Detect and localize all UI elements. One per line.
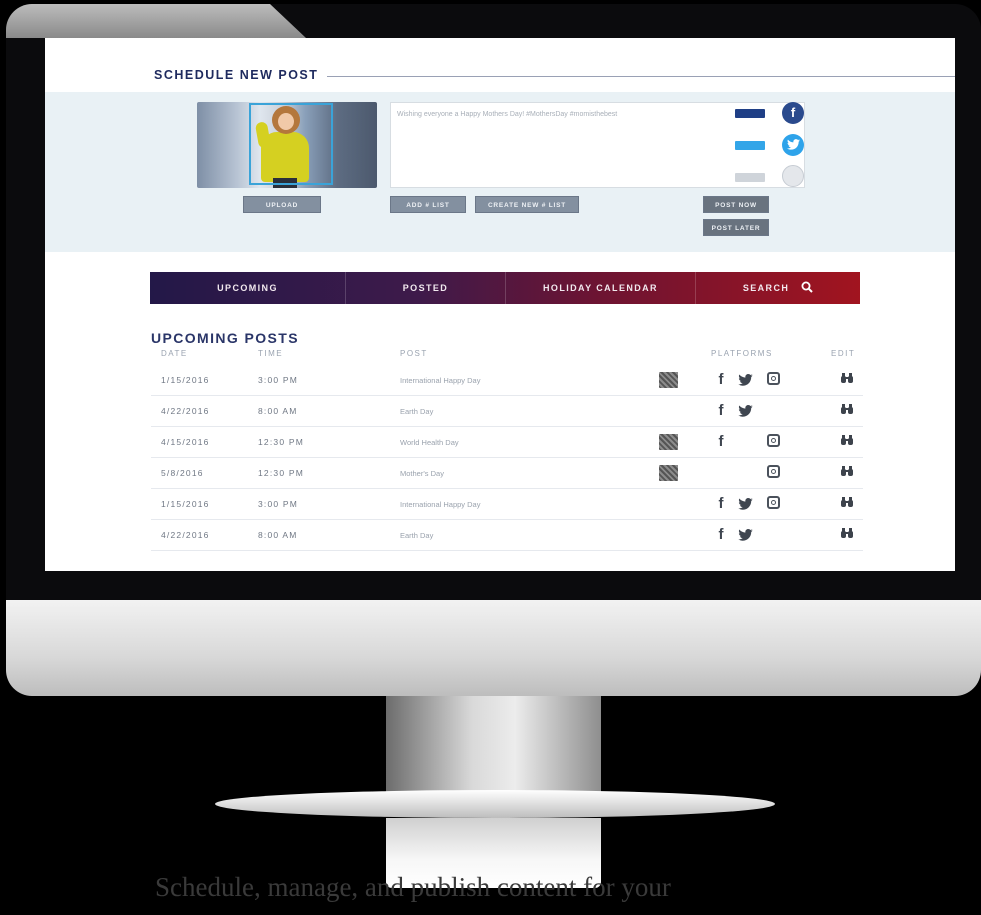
facebook-toggle[interactable] (735, 109, 765, 118)
instagram-toggle[interactable] (735, 173, 765, 182)
upcoming-posts-title: UPCOMING POSTS (151, 330, 299, 346)
tagline-text: Schedule, manage, and publish content fo… (155, 872, 671, 902)
row-post-title[interactable]: World Health Day (400, 438, 459, 447)
app-screen: SCHEDULE NEW POST Wishing everyone a Hap… (45, 38, 955, 571)
edit-binoculars-icon[interactable] (840, 434, 854, 449)
row-image-thumbnail[interactable] (659, 465, 678, 481)
instagram-icon[interactable] (782, 165, 804, 187)
create-list-button[interactable]: CREATE NEW # LIST (475, 196, 579, 213)
row-time: 8:00 AM (258, 530, 298, 540)
tab-search-label: SEARCH (742, 283, 790, 293)
header-post: POST (400, 349, 428, 358)
post-text-content: Wishing everyone a Happy Mothers Day! #M… (397, 111, 618, 118)
row-time: 12:30 PM (258, 437, 304, 447)
add-list-button[interactable]: ADD # LIST (390, 196, 466, 213)
row-time: 12:30 PM (258, 468, 304, 478)
row-date: 4/22/2016 (161, 530, 210, 540)
row-time: 3:00 PM (258, 499, 299, 509)
row-date: 4/22/2016 (161, 406, 210, 416)
monitor-chin (6, 600, 981, 696)
row-image-thumbnail[interactable] (659, 434, 678, 450)
header-edit: EDIT (831, 349, 856, 358)
twitter-icon (735, 373, 755, 390)
search-icon (801, 274, 813, 306)
facebook-icon: f (718, 371, 724, 388)
row-time: 8:00 AM (258, 406, 298, 416)
edit-binoculars-icon[interactable] (840, 496, 854, 511)
tab-holiday-calendar[interactable]: HOLIDAY CALENDAR (506, 272, 696, 304)
header-time: TIME (258, 349, 284, 358)
row-date: 1/15/2016 (161, 499, 210, 509)
row-post-title[interactable]: International Happy Day (400, 376, 480, 385)
facebook-icon: f (718, 433, 724, 450)
row-post-title[interactable]: Mother's Day (400, 469, 444, 478)
edit-binoculars-icon[interactable] (840, 465, 854, 480)
row-date: 4/15/2016 (161, 437, 210, 447)
post-now-button[interactable]: POST NOW (703, 196, 769, 213)
instagram-icon (767, 496, 780, 509)
edit-binoculars-icon[interactable] (840, 372, 854, 387)
edit-binoculars-icon[interactable] (840, 403, 854, 418)
edit-binoculars-icon[interactable] (840, 527, 854, 542)
twitter-icon (735, 497, 755, 514)
row-time: 3:00 PM (258, 375, 299, 385)
tab-search[interactable]: SEARCH (696, 272, 860, 304)
facebook-icon: f (718, 526, 724, 543)
tab-posted[interactable]: POSTED (346, 272, 506, 304)
tab-upcoming[interactable]: UPCOMING (150, 272, 346, 304)
row-post-title[interactable]: Earth Day (400, 531, 433, 540)
twitter-icon[interactable] (782, 134, 804, 156)
monitor-glare (6, 4, 306, 38)
monitor-stand-foot (215, 790, 775, 818)
twitter-icon (735, 528, 755, 545)
post-later-button[interactable]: POST LATER (703, 219, 769, 236)
post-image-preview[interactable] (197, 102, 377, 188)
instagram-icon (767, 465, 780, 478)
image-selection-frame (249, 103, 333, 185)
instagram-icon (767, 372, 780, 385)
upload-button[interactable]: UPLOAD (243, 196, 321, 213)
row-date: 5/8/2016 (161, 468, 204, 478)
twitter-icon (735, 404, 755, 421)
row-date: 1/15/2016 (161, 375, 210, 385)
facebook-icon: f (718, 495, 724, 512)
header-date: DATE (161, 349, 188, 358)
facebook-icon[interactable]: f (782, 102, 804, 124)
schedule-section-title: SCHEDULE NEW POST (154, 68, 319, 82)
section-divider (327, 76, 955, 77)
twitter-toggle[interactable] (735, 141, 765, 150)
row-image-thumbnail[interactable] (659, 372, 678, 388)
row-post-title[interactable]: Earth Day (400, 407, 433, 416)
header-platforms: PLATFORMS (711, 349, 773, 358)
row-post-title[interactable]: International Happy Day (400, 500, 480, 509)
instagram-icon (767, 434, 780, 447)
main-nav-bar: UPCOMING POSTED HOLIDAY CALENDAR SEARCH (150, 272, 860, 304)
facebook-icon: f (718, 402, 724, 419)
